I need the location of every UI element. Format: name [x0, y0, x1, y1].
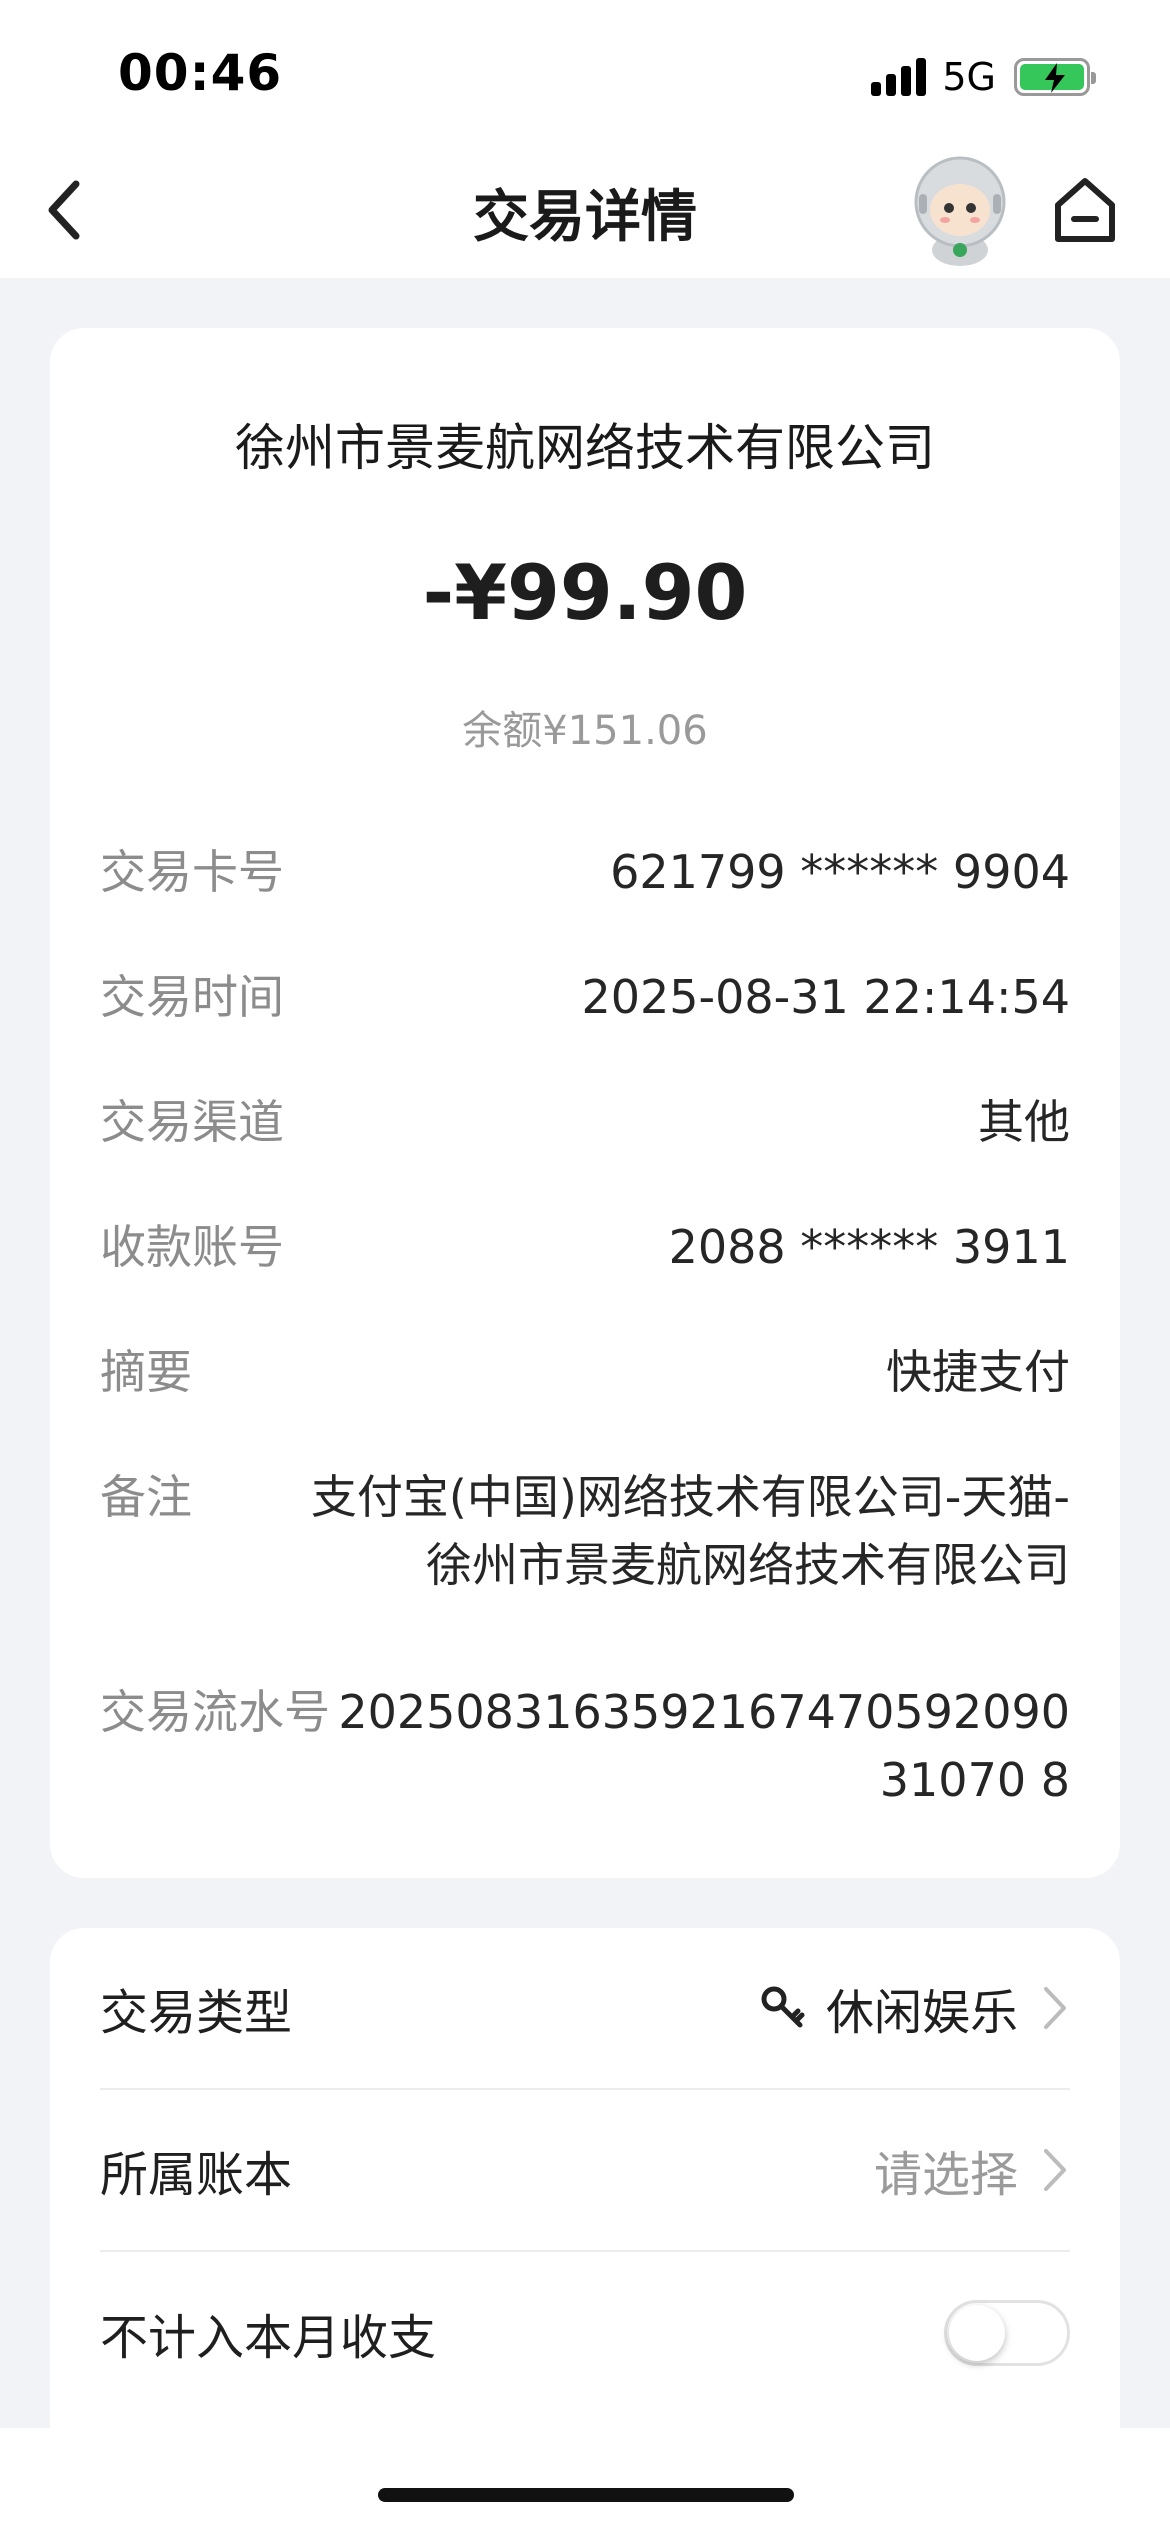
signal-icon [871, 58, 927, 96]
row-time: 交易时间 2025-08-31 22:14:54 [100, 963, 1070, 1031]
status-time: 00:46 [118, 44, 283, 102]
top-header: 00:46 5G 交易详情 [0, 0, 1170, 278]
status-icons: 5G [871, 52, 1096, 102]
row-channel: 交易渠道 其他 [100, 1088, 1070, 1156]
key-icon [761, 1986, 805, 2028]
row-value: 快捷支付 [886, 1345, 1070, 1399]
row-card-number: 交易卡号 621799 ****** 9904 [100, 838, 1070, 906]
row-value: 2088 ****** 3911 [668, 1220, 1070, 1274]
row-label: 交易卡号 [100, 845, 284, 899]
row-remark: 备注 支付宝(中国)网络技术有限公司-天猫-徐州市景麦航网络技术有限公司 [100, 1463, 1070, 1599]
home-indicator-area [0, 2428, 1170, 2532]
home-icon[interactable] [1052, 175, 1118, 245]
network-label: 5G [942, 55, 996, 99]
astronaut-mascot-icon[interactable] [905, 150, 1015, 268]
battery-icon [1014, 58, 1096, 96]
account-book-row[interactable]: 所属账本 请选择 [100, 2090, 1070, 2252]
chevron-right-icon [1044, 2149, 1066, 2191]
row-value: 支付宝(中国)网络技术有限公司-天猫-徐州市景麦航网络技术有限公司 [310, 1470, 1070, 1592]
row-label: 交易时间 [100, 970, 284, 1024]
chevron-right-icon [1044, 1987, 1066, 2029]
row-value: 621799 ****** 9904 [610, 845, 1070, 899]
exclude-month-label: 不计入本月收支 [100, 2310, 437, 2366]
row-label: 收款账号 [100, 1220, 284, 1274]
row-value: 其他 [978, 1095, 1070, 1149]
merchant-name: 徐州市景麦航网络技术有限公司 [235, 419, 935, 477]
row-value: 2025-08-31 22:14:54 [581, 970, 1070, 1024]
row-summary: 摘要 快捷支付 [100, 1338, 1070, 1406]
toggle-knob [949, 2305, 1005, 2361]
row-label: 交易渠道 [100, 1095, 284, 1149]
row-label: 备注 [100, 1470, 192, 1524]
transaction-card: 徐州市景麦航网络技术有限公司 -¥99.90 余额¥151.06 交易卡号 62… [50, 328, 1120, 1878]
balance-text: 余额¥151.06 [462, 708, 708, 754]
transaction-type-value: 休闲娱乐 [825, 1985, 1018, 2041]
home-indicator-bar[interactable] [378, 2488, 794, 2502]
row-payee-account: 收款账号 2088 ****** 3911 [100, 1213, 1070, 1281]
exclude-month-row: 不计入本月收支 [100, 2252, 1070, 2414]
transaction-amount: -¥99.90 [422, 548, 748, 637]
row-serial-number: 交易流水号 202508316359216747059209031070 8 [100, 1678, 1070, 1814]
transaction-type-row[interactable]: 交易类型 休闲娱乐 [100, 1928, 1070, 2090]
exclude-month-toggle[interactable] [944, 2300, 1070, 2366]
row-value: 202508316359216747059209031070 8 [338, 1685, 1070, 1807]
account-book-value: 请选择 [873, 2147, 1018, 2203]
row-label: 交易流水号 [100, 1685, 330, 1739]
transaction-type-label: 交易类型 [100, 1985, 293, 2041]
account-book-label: 所属账本 [100, 2147, 293, 2203]
row-label: 摘要 [100, 1345, 192, 1399]
